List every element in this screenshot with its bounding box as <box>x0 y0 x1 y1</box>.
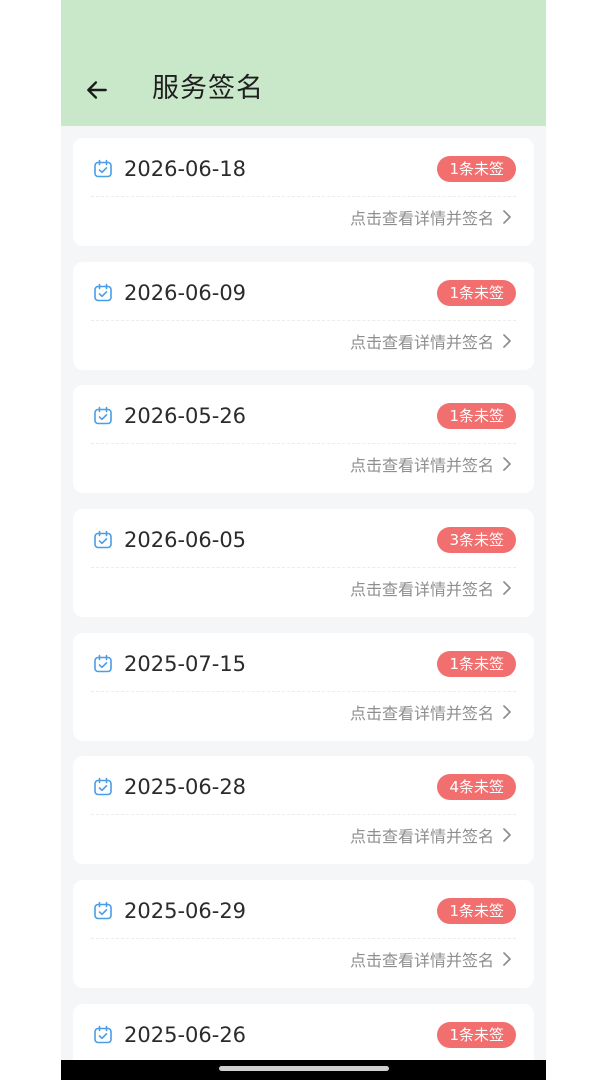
calendar-check-icon <box>93 406 113 426</box>
record-date: 2026-05-26 <box>124 404 247 429</box>
home-indicator[interactable] <box>219 1066 389 1071</box>
view-detail-link[interactable]: 点击查看详情并签名 <box>350 946 512 972</box>
chevron-right-icon <box>502 209 512 225</box>
view-detail-link[interactable]: 点击查看详情并签名 <box>350 328 512 354</box>
unsigned-count-badge: 1条未签 <box>437 156 516 182</box>
view-detail-label: 点击查看详情并签名 <box>349 827 494 847</box>
arrow-left-icon <box>87 81 107 99</box>
view-detail-link[interactable]: 点击查看详情并签名 <box>350 822 512 848</box>
record-card[interactable]: 2026-06-18 1条未签点击查看详情并签名 <box>73 138 534 246</box>
chevron-right-icon <box>502 704 512 720</box>
chevron-right-icon <box>502 827 512 843</box>
card-divider <box>91 196 516 197</box>
view-detail-label: 点击查看详情并签名 <box>349 332 494 352</box>
app-header: 服务签名 <box>61 0 546 126</box>
record-date: 2026-06-05 <box>124 528 247 553</box>
card-divider <box>91 814 516 816</box>
card-divider <box>91 938 516 940</box>
phone-screen: 服务签名 2026-06-18 1条未签 点击查看详情并签名 2026-06-09 1条… <box>61 0 546 1080</box>
unsigned-count-badge: 1条未签 <box>437 1021 516 1048</box>
card-divider <box>91 443 516 445</box>
chevron-right-icon <box>502 951 512 967</box>
page-title: 服务签名 <box>152 73 264 104</box>
record-date: 2025-06-26 <box>124 1022 247 1047</box>
system-nav-bar <box>61 1060 546 1080</box>
record-list: 2026-06-18 1条未签 点击查看详情并签名 2026-06-09 1条未签 点击查… <box>73 138 534 1080</box>
calendar-check-icon <box>93 1025 113 1045</box>
view-detail-label: 点击查看详情并签名 <box>349 580 494 600</box>
card-divider <box>91 567 516 569</box>
view-detail-link[interactable]: 点击查看详情并签名 <box>350 204 512 230</box>
calendar-check-icon <box>93 283 113 303</box>
unsigned-count-badge: 3条未签 <box>437 527 516 554</box>
chevron-right-icon <box>502 333 512 349</box>
calendar-check-icon <box>93 159 113 179</box>
unsigned-count-badge: 1条未签 <box>437 403 516 430</box>
record-card[interactable]: 2026-05-26 1条未签点击查看详情并签名 <box>73 385 534 494</box>
record-card[interactable]: 2025-07-15 1条未签点击查看详情并签名 <box>73 632 534 741</box>
back-button[interactable] <box>81 74 113 106</box>
view-detail-label: 点击查看详情并签名 <box>349 951 494 971</box>
calendar-check-icon <box>93 777 113 797</box>
view-detail-link[interactable]: 点击查看详情并签名 <box>350 451 512 477</box>
unsigned-count-badge: 1条未签 <box>437 650 516 677</box>
view-detail-link[interactable]: 点击查看详情并签名 <box>350 575 512 601</box>
record-date: 2026-06-18 <box>124 157 247 181</box>
card-divider <box>91 319 516 321</box>
unsigned-count-badge: 4条未签 <box>437 774 516 801</box>
view-detail-label: 点击查看详情并签名 <box>349 703 494 723</box>
record-card[interactable]: 2025-06-28 4条未签点击查看详情并签名 <box>73 756 534 865</box>
view-detail-link[interactable]: 点击查看详情并签名 <box>350 699 512 725</box>
view-detail-label: 点击查看详情并签名 <box>349 456 494 476</box>
view-detail-label: 点击查看详情并签名 <box>349 209 494 228</box>
unsigned-count-badge: 1条未签 <box>437 279 516 306</box>
calendar-check-icon <box>93 530 113 550</box>
record-date: 2025-07-15 <box>124 651 247 676</box>
record-date: 2025-06-29 <box>124 899 247 924</box>
record-date: 2025-06-28 <box>124 775 247 800</box>
record-card[interactable]: 2025-06-29 1条未签点击查看详情并签名 <box>73 880 534 989</box>
calendar-check-icon <box>93 901 113 921</box>
record-card[interactable]: 2026-06-09 1条未签点击查看详情并签名 <box>73 261 534 370</box>
record-date: 2026-06-09 <box>124 280 247 305</box>
unsigned-count-badge: 1条未签 <box>437 898 516 925</box>
card-divider <box>91 690 516 692</box>
calendar-check-icon <box>93 654 113 674</box>
chevron-right-icon <box>502 580 512 596</box>
chevron-right-icon <box>502 456 512 472</box>
record-card[interactable]: 2026-06-05 3条未签点击查看详情并签名 <box>73 509 534 618</box>
